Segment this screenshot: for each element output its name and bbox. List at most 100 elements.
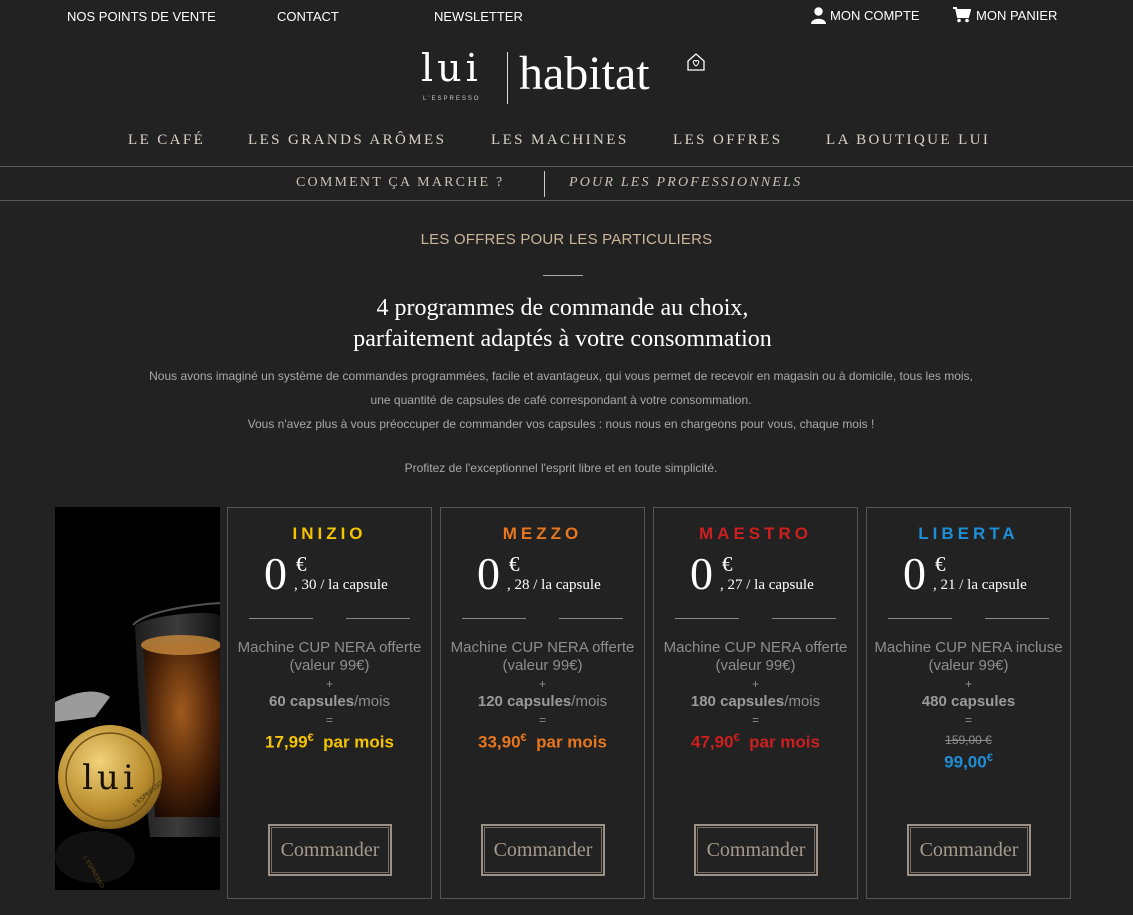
- old-price: 159,00 €: [945, 733, 992, 747]
- section-kicker: LES OFFRES POUR LES PARTICULIERS: [420, 231, 713, 248]
- total-amount: 47,90: [691, 732, 734, 752]
- offer-machine: Machine CUP NERA incluse: [874, 639, 1063, 656]
- page-headline: 4 programmes de commande au choix, parfa…: [0, 293, 1125, 355]
- coffee-photo: lui L'ESPRESSO L'ESPRESSO: [55, 507, 220, 890]
- offer-card-maestro: MAESTRO 0 € , 27 / la capsule Machine CU…: [653, 507, 858, 899]
- newsletter-link[interactable]: NEWSLETTER: [434, 9, 523, 24]
- divider: [462, 618, 526, 619]
- offer-capsules-line: 60 capsules/mois: [228, 693, 431, 711]
- total-suffix: par mois: [749, 732, 820, 752]
- total-currency: €: [986, 752, 993, 764]
- offer-capsules-line: 120 capsules/mois: [441, 693, 644, 711]
- offer-plus: +: [325, 677, 333, 691]
- divider: [675, 618, 739, 619]
- intro-description: Nous avons imaginé un système de command…: [0, 364, 1122, 480]
- kicker-underline: [543, 275, 583, 276]
- divider: [559, 618, 623, 619]
- price-currency: €: [296, 552, 307, 576]
- desc-line-3: Vous n'avez plus à vous préoccuper de co…: [247, 417, 875, 431]
- nav-divider-top: [0, 166, 1133, 167]
- offer-machine: Machine CUP NERA offerte: [237, 639, 422, 656]
- offer-equals: =: [325, 713, 333, 727]
- offer-period: /mois: [784, 693, 821, 710]
- offer-capsules-line: 180 capsules/mois: [654, 693, 857, 711]
- desc-line-1: Nous avons imaginé un système de command…: [149, 369, 973, 383]
- offer-valeur: (valeur 99€): [928, 657, 1009, 674]
- offer-card-inizio: INIZIO 0 € , 30 / la capsule Machine CUP…: [227, 507, 432, 899]
- cart-label: MON PANIER: [976, 7, 1058, 23]
- nav-item-machines[interactable]: LES MACHINES: [491, 132, 629, 149]
- price-per-capsule: , 27 / la capsule: [720, 577, 814, 593]
- offer-equals: =: [751, 713, 759, 727]
- commander-button[interactable]: Commander: [268, 824, 392, 876]
- offer-valeur: (valeur 99€): [289, 657, 370, 674]
- divider: [985, 618, 1049, 619]
- offer-equals: =: [538, 713, 546, 727]
- subnav-separator: [544, 171, 545, 197]
- offer-total: 99,00€: [867, 752, 1070, 773]
- main-nav: LE CAFÉ LES GRANDS ARÔMES LES MACHINES L…: [0, 132, 1133, 152]
- total-suffix: par mois: [323, 732, 394, 752]
- contact-link[interactable]: CONTACT: [277, 9, 339, 24]
- desc-line-2: une quantité de capsules de café corresp…: [370, 393, 752, 407]
- commander-button[interactable]: Commander: [694, 824, 818, 876]
- price-per-capsule: , 30 / la capsule: [294, 577, 388, 593]
- offer-capsules: 180 capsules: [690, 693, 785, 710]
- price-int: 0: [690, 548, 713, 599]
- offer-card-mezzo: MEZZO 0 € , 28 / la capsule Machine CUP …: [440, 507, 645, 899]
- offer-equals: =: [964, 713, 972, 727]
- commander-button[interactable]: Commander: [481, 824, 605, 876]
- price-currency: €: [935, 552, 946, 576]
- offer-details: Machine CUP NERA offerte (valeur 99€) + …: [228, 639, 431, 729]
- total-amount: 99,00: [944, 752, 987, 772]
- nav-item-grands-aromes[interactable]: LES GRANDS ARÔMES: [248, 132, 446, 149]
- divider: [249, 618, 313, 619]
- offer-name: INIZIO: [292, 524, 367, 543]
- offer-capsules: 60 capsules: [269, 693, 355, 710]
- svg-text:lui: lui: [82, 758, 138, 798]
- offer-capsules: 120 capsules: [477, 693, 572, 710]
- logo-espresso: L'ESPRESSO: [423, 96, 481, 102]
- total-amount: 17,99: [265, 732, 308, 752]
- house-heart-icon: [686, 52, 706, 77]
- total-amount: 33,90: [478, 732, 521, 752]
- offer-capsules: 480 capsules: [921, 693, 1016, 710]
- offer-total: 33,90€ par mois: [441, 732, 644, 753]
- offer-machine: Machine CUP NERA offerte: [450, 639, 635, 656]
- offer-plus: +: [964, 677, 972, 691]
- logo-divider: [507, 52, 508, 104]
- offer-total: 17,99€ par mois: [228, 732, 431, 753]
- account-label: MON COMPTE: [830, 8, 920, 23]
- commander-button[interactable]: Commander: [907, 824, 1031, 876]
- offer-capsules-line: 480 capsules: [867, 693, 1070, 711]
- offer-name: MEZZO: [502, 524, 583, 543]
- offer-card-liberta: LIBERTA 0 € , 21 / la capsule Machine CU…: [866, 507, 1071, 899]
- total-currency: €: [307, 732, 314, 744]
- nav-item-le-cafe[interactable]: LE CAFÉ: [128, 132, 205, 149]
- divider: [772, 618, 836, 619]
- price-int: 0: [903, 548, 926, 599]
- offer-name: LIBERTA: [918, 524, 1019, 543]
- site-logo[interactable]: lui L'ESPRESSO habitat: [421, 46, 711, 108]
- total-currency: €: [733, 732, 740, 744]
- headline-line-1: 4 programmes de commande au choix,: [376, 295, 749, 321]
- offer-name: MAESTRO: [699, 524, 812, 543]
- nav-item-offres[interactable]: LES OFFRES: [673, 132, 782, 149]
- desc-line-4: Profitez de l'exceptionnel l'esprit libr…: [404, 461, 718, 475]
- account-link[interactable]: MON COMPTE: [811, 7, 920, 24]
- cart-link[interactable]: MON PANIER: [953, 7, 1057, 23]
- utility-bar: NOS POINTS DE VENTE CONTACT NEWSLETTER M…: [0, 0, 1133, 34]
- offer-plus: +: [538, 677, 546, 691]
- user-icon: [811, 7, 826, 24]
- logo-lui: lui: [421, 46, 482, 90]
- logo-habitat: habitat: [519, 47, 650, 100]
- price-per-capsule: , 21 / la capsule: [933, 577, 1027, 593]
- divider: [888, 618, 952, 619]
- subnav-comment-ca-marche[interactable]: COMMENT ÇA MARCHE ?: [296, 175, 504, 191]
- divider: [346, 618, 410, 619]
- subnav-professionnels[interactable]: POUR LES PROFESSIONNELS: [569, 175, 802, 191]
- offer-details: Machine CUP NERA offerte (valeur 99€) + …: [654, 639, 857, 729]
- offer-valeur: (valeur 99€): [502, 657, 583, 674]
- nav-item-boutique[interactable]: LA BOUTIQUE LUI: [826, 132, 990, 149]
- points-de-vente-link[interactable]: NOS POINTS DE VENTE: [67, 9, 216, 24]
